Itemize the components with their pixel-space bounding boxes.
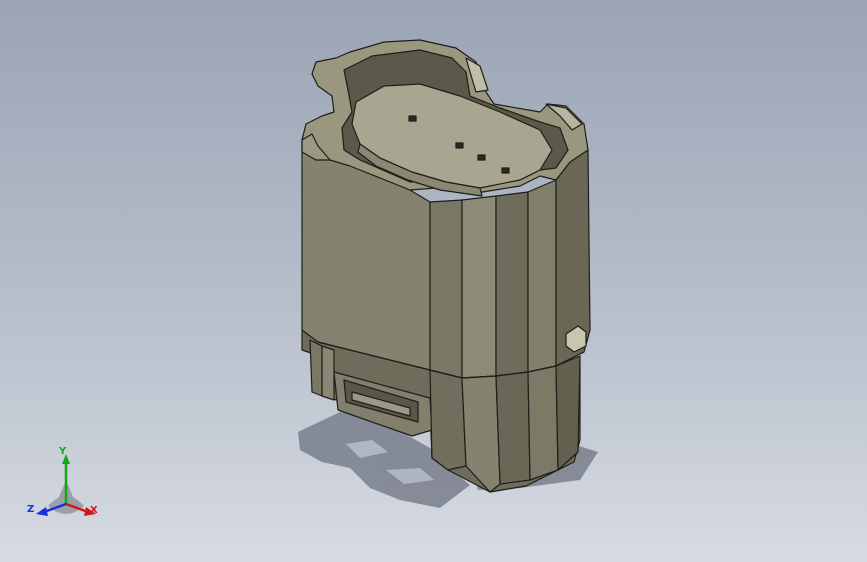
front-facet-2 [461,195,497,379]
lower-rail-2 [321,345,335,401]
graphics-viewport[interactable]: Y Z X [0,0,867,562]
lower-facet-1 [429,369,467,471]
pin-hole-3 [477,154,486,161]
lower-facet-5 [555,355,581,471]
front-facet-3 [495,191,529,377]
x-axis-label: X [90,505,98,516]
lower-facet-3 [495,371,531,485]
y-axis-label: Y [59,446,67,457]
pin-hole-4 [501,167,510,174]
3d-model-connector[interactable] [0,0,867,562]
lower-facet-4 [527,365,559,481]
z-axis-label: Z [27,504,35,515]
front-facet-4 [527,179,557,373]
pin-hole-2 [455,142,464,149]
front-facet-1 [429,199,463,379]
lower-rail-1 [309,339,323,397]
pin-hole-1 [408,115,417,122]
